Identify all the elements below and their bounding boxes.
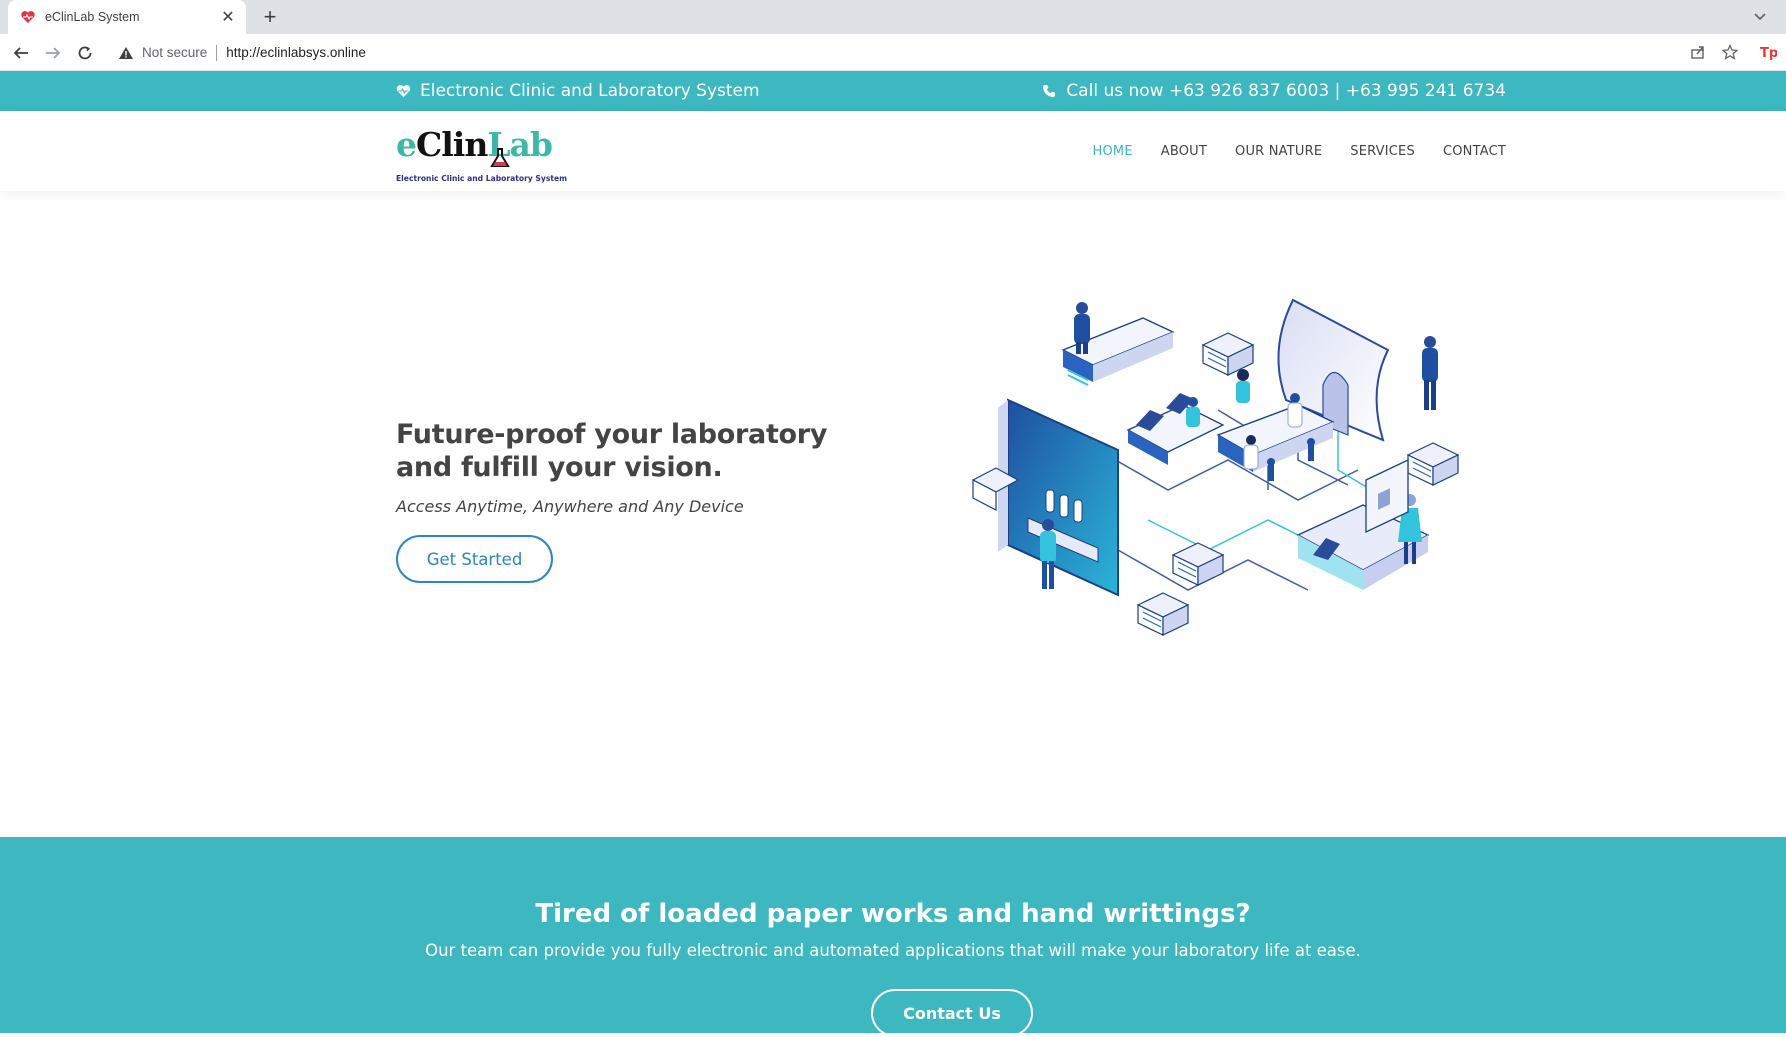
contact-us-button[interactable]: Contact Us xyxy=(871,989,1033,1037)
topbar-tagline: Electronic Clinic and Laboratory System xyxy=(420,81,760,101)
topbar-phone-group: Call us now +63 926 837 6003 | +63 995 2… xyxy=(1042,71,1506,111)
tab-title: eClinLab System xyxy=(45,10,140,24)
reload-icon[interactable] xyxy=(73,41,97,65)
forward-arrow-icon[interactable] xyxy=(41,41,65,65)
heart-favicon-icon xyxy=(20,9,36,25)
browser-toolbar: Not secure http://eclinlabsys.online Tp xyxy=(0,34,1786,71)
heart-pulse-icon xyxy=(396,83,412,99)
lab-isometric-illustration xyxy=(971,298,1460,636)
get-started-button[interactable]: Get Started xyxy=(396,535,553,583)
omnibox-divider xyxy=(216,44,218,61)
main-nav: HOME ABOUT OUR NATURE SERVICES CONTACT xyxy=(1093,111,1507,191)
bookmark-star-icon[interactable] xyxy=(1720,42,1740,62)
logo-wordmark: eClinLab xyxy=(396,125,553,164)
cta-section: Tired of loaded paper works and hand wri… xyxy=(0,837,1786,1037)
cta-text: Our team can provide you fully electroni… xyxy=(425,941,1361,960)
tab-search-chevron-icon[interactable] xyxy=(1752,8,1768,24)
hero-title: Future-proof your laboratory and fulfill… xyxy=(396,419,828,483)
nav-our-nature[interactable]: OUR NATURE xyxy=(1235,144,1322,159)
tab-close-icon[interactable]: ✕ xyxy=(218,7,238,27)
logo-subtitle: Electronic Clinic and Laboratory System xyxy=(396,174,568,183)
share-icon[interactable] xyxy=(1688,42,1708,62)
cta-heading: Tired of loaded paper works and hand wri… xyxy=(535,899,1251,929)
flask-icon xyxy=(490,148,510,167)
contact-topbar: Electronic Clinic and Laboratory System … xyxy=(0,71,1786,111)
browser-tabstrip: eClinLab System ✕ + xyxy=(0,0,1786,34)
topbar-phone[interactable]: Call us now +63 926 837 6003 | +63 995 2… xyxy=(1066,81,1506,101)
security-status[interactable]: Not secure xyxy=(142,45,207,60)
address-bar[interactable]: Not secure http://eclinlabsys.online xyxy=(110,38,1730,67)
nav-home[interactable]: HOME xyxy=(1093,144,1133,159)
phone-icon xyxy=(1042,83,1058,99)
extension-tp-icon[interactable]: Tp xyxy=(1758,42,1778,62)
svg-text:Tp: Tp xyxy=(1760,46,1777,60)
new-tab-icon[interactable]: + xyxy=(258,4,282,29)
eclinlab-logo[interactable]: eClinLab Electronic Clinic and Laborator… xyxy=(396,123,567,183)
nav-contact[interactable]: CONTACT xyxy=(1443,144,1506,159)
hero-subtitle: Access Anytime, Anywhere and Any Device xyxy=(396,497,744,516)
nav-about[interactable]: ABOUT xyxy=(1161,144,1207,159)
site-header: eClinLab Electronic Clinic and Laborator… xyxy=(0,111,1786,191)
topbar-tagline-group: Electronic Clinic and Laboratory System xyxy=(396,71,760,111)
url-text[interactable]: http://eclinlabsys.online xyxy=(226,45,366,60)
back-arrow-icon[interactable] xyxy=(9,41,33,65)
warning-triangle-icon xyxy=(118,45,134,61)
nav-services[interactable]: SERVICES xyxy=(1350,144,1415,159)
browser-tab-active[interactable]: eClinLab System ✕ xyxy=(8,0,246,34)
